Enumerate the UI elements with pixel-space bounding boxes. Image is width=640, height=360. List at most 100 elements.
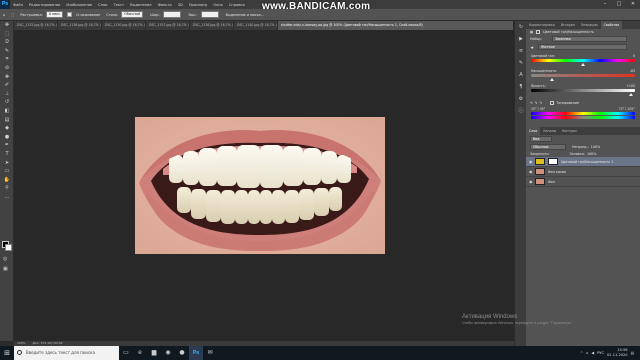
menu-help[interactable]: Справка: [226, 3, 248, 7]
home-icon[interactable]: ⌂: [0, 13, 8, 17]
channel-select[interactable]: Желтые: [538, 44, 627, 50]
minimize-icon[interactable]: –: [598, 0, 612, 9]
photoshop-taskbar-icon[interactable]: Ps: [189, 346, 203, 360]
antialias-checkbox[interactable]: [67, 12, 73, 17]
quick-select-tool-icon[interactable]: ✎: [0, 47, 14, 56]
tab-actions[interactable]: Операции: [578, 21, 601, 29]
stamp-tool-icon[interactable]: ⊥: [0, 90, 14, 99]
tab-adjustments[interactable]: Корректировка: [526, 21, 558, 29]
menu-3d[interactable]: 3D: [175, 3, 186, 7]
brush-tool-icon[interactable]: ✐: [0, 81, 14, 90]
menu-select[interactable]: Выделение: [127, 3, 154, 7]
mask-icon[interactable]: [536, 30, 541, 34]
chrome-icon[interactable]: ◉: [161, 346, 175, 360]
tab-doc-active[interactable]: shutter-zuby-v-lozovoy-po.jpg @ 100% (Цв…: [278, 21, 514, 30]
layer-row[interactable]: ◉ Цветовой тон/Насыщенность 1: [526, 157, 640, 167]
width-input[interactable]: [163, 11, 182, 18]
language-indicator[interactable]: РУС: [597, 351, 604, 355]
tab-doc-3[interactable]: DSC_1130.jpg @ 16,7% (RGB/8): [102, 21, 146, 30]
taskbar-search[interactable]: Введите здесь текст для поиска: [14, 346, 119, 360]
eyedropper-tool-icon[interactable]: ⊘: [0, 64, 14, 73]
explorer-icon[interactable]: ▆: [147, 346, 161, 360]
history-brush-tool-icon[interactable]: ↺: [0, 98, 14, 107]
eraser-tool-icon[interactable]: ◧: [0, 107, 14, 116]
menu-layer[interactable]: Слои: [95, 3, 110, 7]
layer-kind-select[interactable]: Вид: [530, 136, 552, 142]
layer-row[interactable]: ◉ Фон копия: [526, 167, 640, 177]
fill-value[interactable]: 100%: [587, 152, 596, 156]
windows-start-icon[interactable]: ⊞: [0, 346, 14, 360]
more-tools-icon[interactable]: …: [0, 193, 14, 202]
crop-tool-icon[interactable]: ⌗: [0, 55, 14, 64]
hue-slider[interactable]: [531, 59, 635, 62]
close-icon[interactable]: ✕: [626, 0, 640, 9]
document-image-teeth[interactable]: [135, 117, 385, 254]
mask-thumb[interactable]: [548, 158, 558, 165]
blend-mode-select[interactable]: Обычные: [530, 144, 566, 150]
quick-mask-icon[interactable]: ◎: [3, 256, 7, 262]
move-tool-icon[interactable]: ✥: [0, 21, 14, 30]
chevron-up-icon[interactable]: ^: [580, 351, 583, 355]
opacity-value[interactable]: 100%: [591, 145, 600, 149]
menu-edit[interactable]: Редактирование: [26, 3, 63, 7]
menu-image[interactable]: Изображение: [63, 3, 95, 7]
maximize-icon[interactable]: □: [612, 0, 626, 9]
volume-icon[interactable]: ◀: [591, 351, 594, 355]
network-icon[interactable]: ⌂: [586, 351, 588, 355]
lightness-slider[interactable]: [531, 89, 635, 92]
background-color-swatch[interactable]: [5, 244, 12, 251]
menu-view[interactable]: Просмотр: [186, 3, 210, 7]
saturation-value[interactable]: -63: [630, 69, 635, 73]
gradient-tool-icon[interactable]: ▤: [0, 116, 14, 125]
task-view-icon[interactable]: ▭: [119, 346, 133, 360]
tab-doc-6[interactable]: DSC_1140.jpg @ 16,7% (RGB/8): [234, 21, 278, 30]
refine-mask-button[interactable]: Выделение и маска...: [223, 13, 267, 17]
screen-mode-icon[interactable]: ▣: [3, 266, 8, 272]
saturation-slider[interactable]: [531, 74, 635, 77]
eyedropper-minus-icon[interactable]: ✎: [540, 101, 543, 105]
menu-file[interactable]: Файл: [10, 3, 26, 7]
tab-doc-1[interactable]: DSC_1132.jpg @ 16,7% (RGB/8): [14, 21, 58, 30]
bandicam-icon[interactable]: ●: [175, 346, 189, 360]
dodge-tool-icon[interactable]: ●: [0, 133, 14, 142]
range-bar-bottom[interactable]: [531, 116, 635, 119]
lasso-tool-icon[interactable]: ᘐ: [0, 38, 14, 47]
tab-doc-2[interactable]: DSC_1136.jpg @ 16,7% (RGB/8): [58, 21, 102, 30]
colorize-checkbox[interactable]: [550, 101, 555, 105]
hand-tool-icon[interactable]: ✋: [0, 176, 14, 185]
edge-icon[interactable]: e: [133, 346, 147, 360]
tab-paths[interactable]: Контуры: [559, 127, 580, 135]
pen-tool-icon[interactable]: ✒: [0, 141, 14, 150]
hue-value[interactable]: 0: [633, 54, 635, 58]
notifications-icon[interactable]: ▤: [631, 351, 634, 355]
lightness-value[interactable]: +100: [626, 84, 635, 88]
mail-icon[interactable]: ✉: [203, 346, 217, 360]
tab-doc-5[interactable]: DSC_1138.jpg @ 16,7% (RGB/8): [190, 21, 234, 30]
saturation-slider-thumb[interactable]: [550, 78, 554, 81]
tab-history[interactable]: История: [558, 21, 578, 29]
preset-select[interactable]: Заказная: [552, 36, 627, 42]
tab-channels[interactable]: Каналы: [540, 127, 559, 135]
zoom-tool-icon[interactable]: ⚲: [0, 184, 14, 193]
type-tool-icon[interactable]: T: [0, 150, 14, 159]
zoom-level[interactable]: 100%: [17, 341, 26, 345]
healing-tool-icon[interactable]: ✚: [0, 73, 14, 82]
style-select[interactable]: Обычный: [121, 11, 144, 18]
height-input[interactable]: [200, 11, 219, 18]
marquee-tool-icon[interactable]: ⬚: [0, 30, 14, 39]
menu-filter[interactable]: Фильтр: [155, 3, 175, 7]
tab-doc-4[interactable]: DSC_1157.jpg @ 16,7% (RGB/8): [146, 21, 190, 30]
menu-type[interactable]: Текст: [111, 3, 128, 7]
path-select-tool-icon[interactable]: ➤: [0, 159, 14, 168]
lightness-slider-thumb[interactable]: [629, 93, 633, 96]
layer-row[interactable]: ◉ Фон: [526, 177, 640, 187]
shape-tool-icon[interactable]: ▭: [0, 167, 14, 176]
tab-properties[interactable]: Свойства: [600, 21, 623, 29]
target-hand-icon[interactable]: ☚: [530, 45, 538, 50]
blur-tool-icon[interactable]: ◆: [0, 124, 14, 133]
clock[interactable]: 15:56 02.11.2020: [607, 348, 628, 358]
marquee-tool-icon[interactable]: ⬚: [8, 13, 17, 17]
menu-window[interactable]: Окно: [210, 3, 226, 7]
hue-slider-thumb[interactable]: [581, 63, 585, 66]
eyedropper-icon[interactable]: ✎: [530, 101, 533, 105]
